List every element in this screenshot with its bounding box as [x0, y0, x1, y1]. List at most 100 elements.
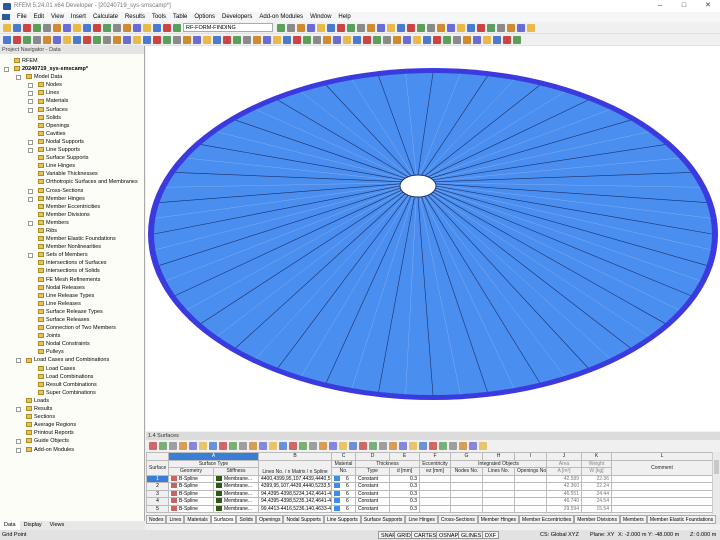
tree-item-sets-of-members[interactable]: Sets of Members [0, 251, 144, 259]
toolbar-button-icon[interactable] [113, 36, 121, 44]
expand-toggle[interactable] [28, 140, 33, 145]
tree-item-member-eccentricities[interactable]: Member Eccentricities [0, 203, 144, 211]
row-number[interactable]: 1 [147, 475, 169, 483]
empty-cell[interactable] [420, 483, 451, 491]
toolbar-button-icon[interactable] [313, 36, 321, 44]
toolbar-button-icon[interactable] [437, 24, 445, 32]
toolbar-button-icon[interactable] [407, 24, 415, 32]
minimize-button[interactable]: – [648, 0, 672, 12]
status-cartes-button[interactable]: CARTES [411, 531, 439, 539]
empty-cell[interactable] [515, 505, 547, 513]
empty-cell[interactable] [515, 483, 547, 491]
lines-cell[interactable]: 99,4413-4416,5236,140,4633-4 [259, 505, 332, 513]
tree-item-member-divisions[interactable]: Member Divisions [0, 211, 144, 219]
toolbar-button-icon[interactable] [133, 36, 141, 44]
material-cell[interactable]: 6 [332, 490, 356, 498]
toolbar-button-icon[interactable] [83, 36, 91, 44]
table-tab-member-elastic-foundations[interactable]: Member Elastic Foundations [647, 515, 716, 524]
toolbar-button-icon[interactable] [387, 24, 395, 32]
tree-item-line-supports[interactable]: Line Supports [0, 146, 144, 154]
toolbar-button-icon[interactable] [287, 24, 295, 32]
table-tab-members[interactable]: Members [620, 515, 647, 524]
tree-item-fe-mesh-refinements[interactable]: FE Mesh Refinements [0, 276, 144, 284]
toolbar-button-icon[interactable] [103, 24, 111, 32]
toolbar-button-icon[interactable] [277, 24, 285, 32]
table-toolbar-icon[interactable] [159, 442, 167, 450]
lines-cell[interactable]: 94,4395-4398,5234,142,4641-4 [259, 490, 332, 498]
column-letter[interactable]: C [332, 453, 356, 461]
table-scrollbar[interactable] [712, 452, 720, 514]
geometry-cell[interactable]: B-Spline [169, 490, 214, 498]
tree-item-printout-reports[interactable]: Printout Reports [0, 429, 144, 437]
nav-tab-data[interactable]: Data [0, 521, 20, 530]
toolbar-button-icon[interactable] [3, 36, 11, 44]
row-number[interactable]: 5 [147, 505, 169, 513]
tree-item-cavities[interactable]: Cavities [0, 130, 144, 138]
tree-item-loads[interactable]: Loads [0, 397, 144, 405]
empty-cell[interactable] [451, 483, 483, 491]
geometry-cell[interactable]: B-Spline [169, 475, 214, 483]
table-toolbar-icon[interactable] [349, 442, 357, 450]
tree-item-surfaces[interactable]: Surfaces [0, 106, 144, 114]
toolbar-button-icon[interactable] [73, 36, 81, 44]
menu-options[interactable]: Options [194, 14, 215, 20]
table-toolbar-icon[interactable] [429, 442, 437, 450]
table-toolbar-icon[interactable] [409, 442, 417, 450]
table-toolbar-icon[interactable] [219, 442, 227, 450]
tree-item-ribs[interactable]: Ribs [0, 227, 144, 235]
thickness-type-cell[interactable]: Constant [356, 483, 390, 491]
toolbar-button-icon[interactable] [263, 36, 271, 44]
toolbar-button-icon[interactable] [163, 36, 171, 44]
toolbar-button-icon[interactable] [333, 36, 341, 44]
toolbar-button-icon[interactable] [373, 36, 381, 44]
tree-item-guide-objects[interactable]: Guide Objects [0, 437, 144, 445]
tree-item-load-combinations[interactable]: Load Combinations [0, 373, 144, 381]
table-toolbar-icon[interactable] [169, 442, 177, 450]
empty-cell[interactable] [483, 498, 515, 506]
empty-cell[interactable] [483, 475, 515, 483]
comment-cell[interactable] [612, 490, 713, 498]
comment-cell[interactable] [612, 498, 713, 506]
column-letter[interactable]: K [582, 453, 612, 461]
toolbar-button-icon[interactable] [513, 36, 521, 44]
expand-toggle[interactable] [4, 67, 9, 72]
table-toolbar-icon[interactable] [419, 442, 427, 450]
toolbar-button-icon[interactable] [63, 24, 71, 32]
toolbar-button-icon[interactable] [273, 36, 281, 44]
toolbar-button-icon[interactable] [453, 36, 461, 44]
tree-item-orthotropic-surfaces-and-membranes[interactable]: Orthotropic Surfaces and Membranes [0, 178, 144, 186]
column-letter[interactable]: I [515, 453, 547, 461]
empty-cell[interactable] [515, 490, 547, 498]
empty-cell[interactable] [451, 490, 483, 498]
toolbar-button-icon[interactable] [53, 36, 61, 44]
toolbar-button-icon[interactable] [23, 24, 31, 32]
table-tab-line-hinges[interactable]: Line Hinges [405, 515, 437, 524]
table-toolbar-icon[interactable] [189, 442, 197, 450]
table-toolbar-icon[interactable] [389, 442, 397, 450]
table-tab-cross-sections[interactable]: Cross-Sections [438, 515, 478, 524]
nav-tab-views[interactable]: Views [46, 521, 69, 530]
empty-cell[interactable] [420, 490, 451, 498]
comment-cell[interactable] [612, 475, 713, 483]
toolbar-button-icon[interactable] [417, 24, 425, 32]
toolbar-button-icon[interactable] [143, 24, 151, 32]
expand-toggle[interactable] [16, 439, 21, 444]
empty-cell[interactable] [483, 490, 515, 498]
nav-tab-display[interactable]: Display [20, 521, 46, 530]
toolbar-button-icon[interactable] [173, 24, 181, 32]
column-letter[interactable]: H [483, 453, 515, 461]
stiffness-cell[interactable]: Membrane... [214, 498, 259, 506]
menu-tools[interactable]: Tools [152, 14, 166, 20]
tree-item-solids[interactable]: Solids [0, 114, 144, 122]
toolbar-button-icon[interactable] [343, 36, 351, 44]
column-letter[interactable]: D [356, 453, 390, 461]
toolbar-button-icon[interactable] [423, 36, 431, 44]
tree-item-average-regions[interactable]: Average Regions [0, 421, 144, 429]
toolbar-button-icon[interactable] [467, 24, 475, 32]
tree-item-line-hinges[interactable]: Line Hinges [0, 162, 144, 170]
toolbar-button-icon[interactable] [427, 24, 435, 32]
column-letter[interactable]: L [612, 453, 713, 461]
table-toolbar-icon[interactable] [439, 442, 447, 450]
lines-cell[interactable]: 4399,95,107,4439,4440,5233,5 [259, 483, 332, 491]
toolbar-button-icon[interactable] [93, 24, 101, 32]
